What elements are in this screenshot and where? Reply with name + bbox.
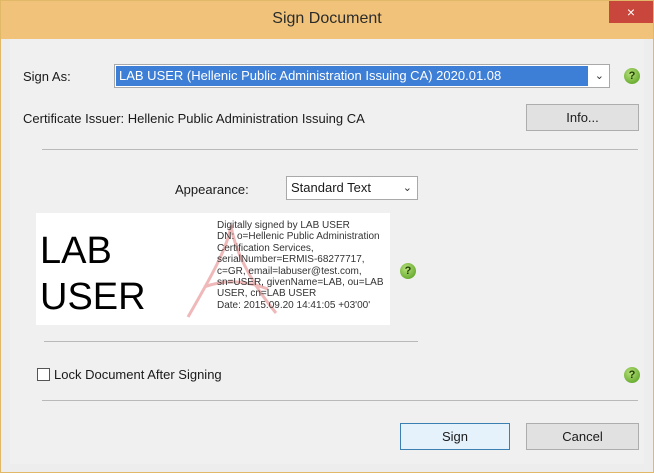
close-icon: × (626, 4, 636, 20)
appearance-label: Appearance: (175, 182, 249, 197)
sign-document-dialog: Sign Document × Sign As: LAB USER (Helle… (0, 0, 654, 473)
signature-name-line-1: LAB (40, 230, 112, 272)
help-icon[interactable]: ? (624, 367, 640, 383)
divider (42, 400, 638, 401)
signature-preview: LAB USER Digitally signed by LAB USER DN… (36, 213, 390, 325)
info-button[interactable]: Info... (526, 104, 639, 131)
dialog-body: Sign As: LAB USER (Hellenic Public Admin… (10, 39, 644, 464)
signature-detail-line: sn=USER, givenName=LAB, ou=LAB (217, 277, 384, 289)
chevron-down-icon[interactable]: ⌄ (403, 181, 412, 194)
signature-detail-line: Digitally signed by LAB USER (217, 220, 350, 231)
signature-detail-line: DN: o=Hellenic Public Administration (217, 231, 380, 243)
sign-as-label: Sign As: (23, 69, 71, 84)
signature-details: Digitally signed by LAB USER DN: o=Helle… (217, 220, 389, 311)
help-icon[interactable]: ? (400, 263, 416, 279)
lock-document-checkbox[interactable] (37, 368, 50, 381)
certificate-issuer-text: Certificate Issuer: Hellenic Public Admi… (23, 111, 365, 126)
appearance-select[interactable]: Standard Text ⌄ (286, 176, 418, 200)
signature-detail-line: USER, cn=LAB USER (217, 288, 317, 300)
chevron-down-icon[interactable]: ⌄ (595, 69, 604, 82)
dialog-title: Sign Document (272, 10, 382, 27)
sign-as-value: LAB USER (Hellenic Public Administration… (119, 68, 502, 83)
signature-detail-line: c=GR, email=labuser@test.com, (217, 265, 362, 277)
divider (44, 341, 418, 342)
appearance-value: Standard Text (291, 180, 371, 195)
close-button[interactable]: × (609, 1, 653, 23)
signature-detail-line: serialNumber=ERMIS-68277717, (217, 254, 365, 266)
help-icon[interactable]: ? (624, 68, 640, 84)
sign-as-select[interactable]: LAB USER (Hellenic Public Administration… (114, 64, 610, 88)
title-bar[interactable]: Sign Document × (1, 1, 653, 39)
signature-detail-line: Certification Services, (217, 242, 314, 254)
signature-detail-line: Date: 2015.09.20 14:41:05 +03'00' (217, 299, 371, 311)
lock-document-label[interactable]: Lock Document After Signing (54, 367, 222, 382)
cancel-button[interactable]: Cancel (526, 423, 639, 450)
signature-name-line-2: USER (40, 276, 146, 318)
divider (42, 149, 638, 150)
sign-button[interactable]: Sign (400, 423, 510, 450)
